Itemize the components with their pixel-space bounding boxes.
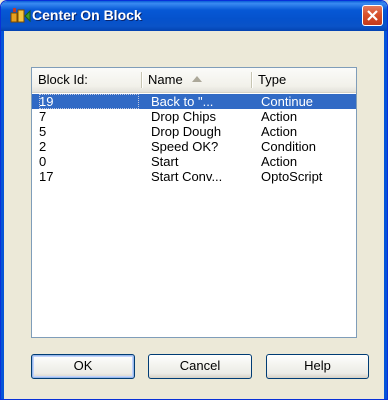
cell-name: Back to "...: [151, 94, 214, 109]
cell-block-id: 17: [39, 169, 54, 184]
flowchart-block-icon: [10, 7, 32, 25]
list-row[interactable]: 5 Drop Dough Action: [32, 124, 356, 139]
list-row[interactable]: 2 Speed OK? Condition: [32, 139, 356, 154]
cell-name: Drop Dough: [151, 124, 222, 139]
cell-block-id: 5: [39, 124, 47, 139]
cell-type: Action: [261, 154, 298, 169]
block-list[interactable]: Block Id: Name Type 19 Back to "... Cont…: [31, 67, 357, 338]
cell-block-id: 19: [39, 94, 139, 109]
window-title: Center On Block: [32, 7, 142, 23]
cell-block-id: 0: [39, 154, 47, 169]
cell-type: Action: [261, 124, 298, 139]
help-button[interactable]: Help: [266, 354, 369, 379]
list-row[interactable]: 17 Start Conv... OptoScript: [32, 169, 356, 184]
window-frame-right: [384, 31, 387, 399]
list-header: Block Id: Name Type: [32, 68, 356, 93]
cell-type: Continue: [261, 94, 314, 109]
cell-name: Start: [151, 154, 179, 169]
cell-name: Speed OK?: [151, 139, 219, 154]
cell-type: OptoScript: [261, 169, 323, 184]
ok-button[interactable]: OK: [31, 354, 135, 379]
column-header-type-label: Type: [258, 72, 287, 87]
column-header-name[interactable]: Name: [142, 68, 252, 92]
list-row[interactable]: 7 Drop Chips Action: [32, 109, 356, 124]
list-rows: 19 Back to "... Continue 7 Drop Chips Ac…: [32, 94, 356, 184]
close-icon: [367, 10, 378, 21]
close-button[interactable]: [362, 5, 383, 26]
cell-type: Condition: [261, 139, 316, 154]
cancel-button[interactable]: Cancel: [148, 354, 252, 379]
list-row[interactable]: 19 Back to "... Continue: [32, 94, 356, 109]
column-header-type[interactable]: Type: [252, 68, 356, 92]
column-header-name-label: Name: [148, 72, 183, 87]
list-row[interactable]: 0 Start Action: [32, 154, 356, 169]
window-frame-left: [1, 31, 4, 399]
cell-block-id: 2: [39, 139, 47, 154]
column-header-block-id[interactable]: Block Id:: [32, 68, 142, 92]
center-on-block-dialog: Center On Block Block Id: Name Type 19 B…: [0, 0, 388, 400]
title-bar[interactable]: Center On Block: [1, 1, 387, 31]
cell-name: Start Conv...: [151, 169, 223, 184]
cell-type: Action: [261, 109, 298, 124]
column-header-block-id-label: Block Id:: [38, 72, 88, 87]
cell-block-id: 7: [39, 109, 47, 124]
sort-ascending-icon: [191, 76, 202, 82]
cell-name: Drop Chips: [151, 109, 217, 124]
